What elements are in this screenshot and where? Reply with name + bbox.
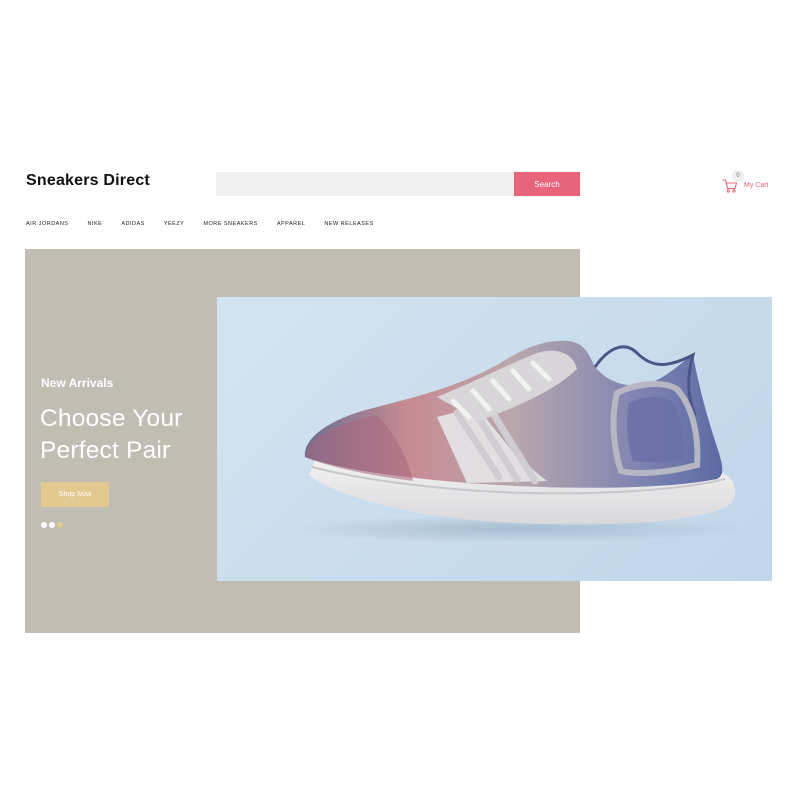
main-nav: AIR JORDANS NIKE ADIDAS YEEZY MORE SNEAK… [26,221,393,227]
hero-title-line-2: Perfect Pair [40,437,171,464]
page: Sneakers Direct Search 0 My Cart AIR JOR… [0,0,800,800]
search-input[interactable] [216,172,514,196]
nav-item-adidas[interactable]: ADIDAS [121,221,144,227]
search-button[interactable]: Search [514,172,580,196]
sneaker-illustration [287,340,747,543]
hero-title-line-1: Choose Your [40,405,183,432]
cart-count-badge: 0 [732,170,744,182]
slider-dot-1[interactable] [41,522,47,528]
cart-label: My Cart [744,182,769,189]
search-bar: Search [216,172,580,196]
shop-now-button[interactable]: Shop Now [41,482,109,507]
slider-dot-3[interactable] [57,522,63,528]
nav-item-new-releases[interactable]: NEW RELEASES [324,221,373,227]
nav-item-yeezy[interactable]: YEEZY [164,221,185,227]
hero-kicker: New Arrivals [41,376,114,390]
nav-item-apparel[interactable]: APPAREL [277,221,305,227]
nav-item-air-jordans[interactable]: AIR JORDANS [26,221,68,227]
nav-item-nike[interactable]: NIKE [87,221,102,227]
hero-title: Choose Your Perfect Pair [40,403,183,467]
hero-product-image [217,297,772,581]
slider-dot-2[interactable] [49,522,55,528]
slider-dots [41,522,63,528]
nav-item-more-sneakers[interactable]: MORE SNEAKERS [203,221,257,227]
site-logo[interactable]: Sneakers Direct [26,172,150,190]
cart-link[interactable]: 0 My Cart [722,170,782,200]
